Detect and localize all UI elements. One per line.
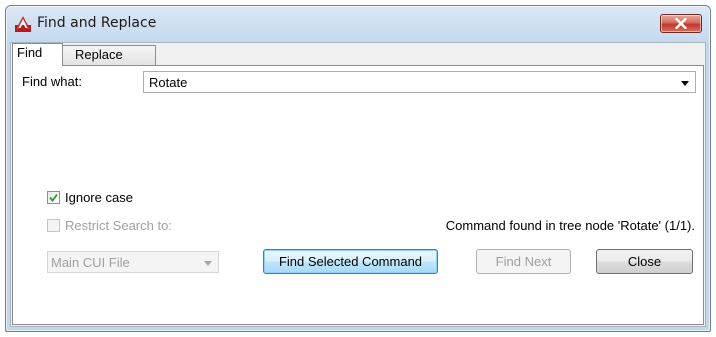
close-icon <box>675 18 687 29</box>
tab-replace[interactable]: Replace <box>62 45 156 65</box>
status-message: Command found in tree node 'Rotate' (1/1… <box>445 218 695 233</box>
tab-strip: Find Replace <box>11 43 705 66</box>
ignore-case-label: Ignore case <box>65 190 133 205</box>
autocad-icon <box>15 16 31 32</box>
find-replace-dialog: Find and Replace Find Replace Find what:… <box>5 5 711 332</box>
tab-find[interactable]: Find <box>12 43 63 66</box>
find-what-combobox[interactable]: Rotate <box>143 71 696 93</box>
search-scope-value: Main CUI File <box>51 255 130 270</box>
dropdown-arrow-icon[interactable] <box>681 81 689 86</box>
find-what-value: Rotate <box>149 75 188 90</box>
chevron-down-icon <box>204 261 212 266</box>
checkmark-icon <box>49 193 58 202</box>
dialog-body: Find Replace Find what: Rotate Ignore ca… <box>10 42 706 327</box>
restrict-search-checkbox <box>47 219 60 232</box>
restrict-search-label: Restrict Search to: <box>65 218 172 233</box>
find-what-label: Find what: <box>22 74 82 89</box>
close-window-button[interactable] <box>660 14 702 33</box>
ignore-case-checkbox[interactable] <box>47 191 60 204</box>
find-panel: Find what: Rotate Ignore case Restrict S… <box>12 65 704 325</box>
find-selected-command-button[interactable]: Find Selected Command <box>263 249 438 274</box>
close-button[interactable]: Close <box>596 249 693 274</box>
title-bar[interactable]: Find and Replace <box>6 6 710 42</box>
tab-replace-label: Replace <box>75 47 123 62</box>
dialog-title: Find and Replace <box>37 15 157 31</box>
tab-find-label: Find <box>17 45 43 60</box>
find-next-button: Find Next <box>476 249 571 274</box>
search-scope-dropdown: Main CUI File <box>47 251 219 273</box>
